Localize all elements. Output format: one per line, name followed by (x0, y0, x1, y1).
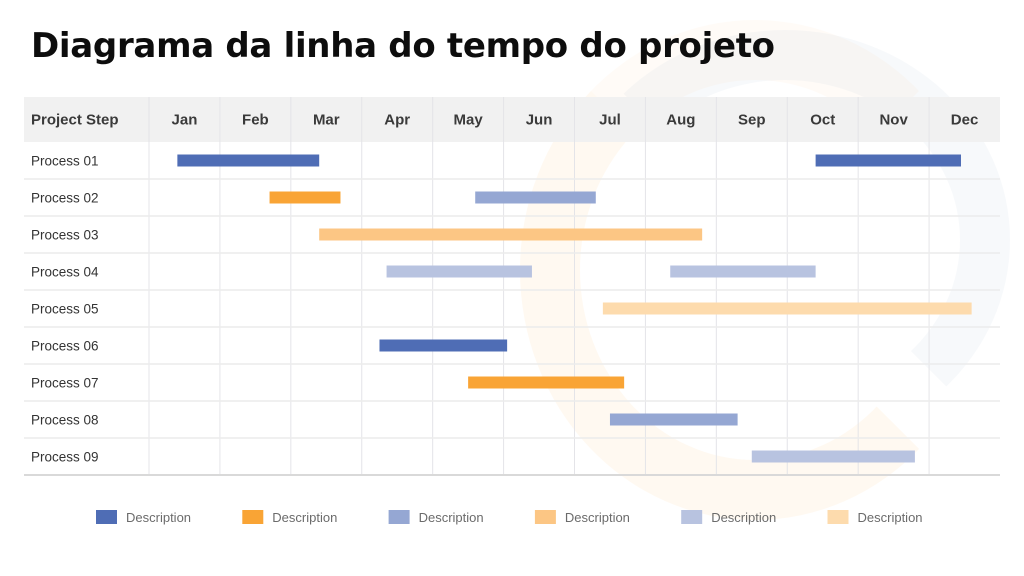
gantt-bar (177, 154, 320, 167)
legend-swatch (681, 510, 703, 524)
gantt-bar (609, 413, 738, 426)
month-label-dec: Dec (951, 112, 979, 129)
legend-label: Description (565, 510, 630, 525)
gantt-bar (386, 265, 532, 278)
legend-swatch (96, 510, 117, 524)
legend-swatch (827, 510, 849, 524)
row-label: Process 01 (31, 154, 99, 169)
gantt-bar (475, 191, 596, 204)
gantt-bar (670, 265, 816, 278)
row-label: Process 06 (31, 339, 99, 354)
row-label: Process 05 (31, 302, 99, 317)
row-label: Process 07 (31, 376, 99, 391)
gantt-bar (269, 191, 341, 204)
legend-label: Description (126, 510, 191, 525)
legend-swatch (242, 510, 264, 524)
month-label-may: May (454, 112, 484, 129)
legend-label: Description (272, 510, 337, 525)
row-label: Process 03 (31, 228, 99, 243)
gantt-bar (379, 339, 508, 352)
header-background (24, 97, 1000, 142)
legend-swatch (534, 510, 556, 524)
gantt-bar (751, 450, 915, 463)
legend-label: Description (858, 510, 923, 525)
row-label: Process 02 (31, 191, 99, 206)
row-header-label: Project Step (31, 112, 119, 129)
gantt-chart: Project Step Jan Feb Mar Apr May Jun Jul Aug Sep O… (24, 97, 1000, 525)
row-label: Process 04 (31, 265, 99, 280)
month-label-oct: Oct (810, 112, 835, 129)
month-label-nov: Nov (879, 112, 908, 129)
month-label-feb: Feb (242, 112, 269, 129)
month-label-sep: Sep (738, 112, 766, 129)
gantt-bar (602, 302, 972, 315)
month-label-aug: Aug (666, 112, 695, 129)
row-label: Process 09 (31, 450, 99, 465)
legend-swatch (388, 510, 410, 524)
month-label-apr: Apr (384, 112, 410, 129)
legend-label: Description (711, 510, 776, 525)
gantt-bar (815, 154, 961, 167)
legend-label: Description (419, 510, 484, 525)
gantt-bar (319, 228, 703, 241)
month-label-jun: Jun (526, 112, 553, 129)
month-label-jul: Jul (599, 112, 621, 129)
row-label: Process 08 (31, 413, 99, 428)
month-label-mar: Mar (313, 112, 340, 129)
gantt-bar (468, 376, 625, 389)
month-label-jan: Jan (172, 112, 198, 129)
